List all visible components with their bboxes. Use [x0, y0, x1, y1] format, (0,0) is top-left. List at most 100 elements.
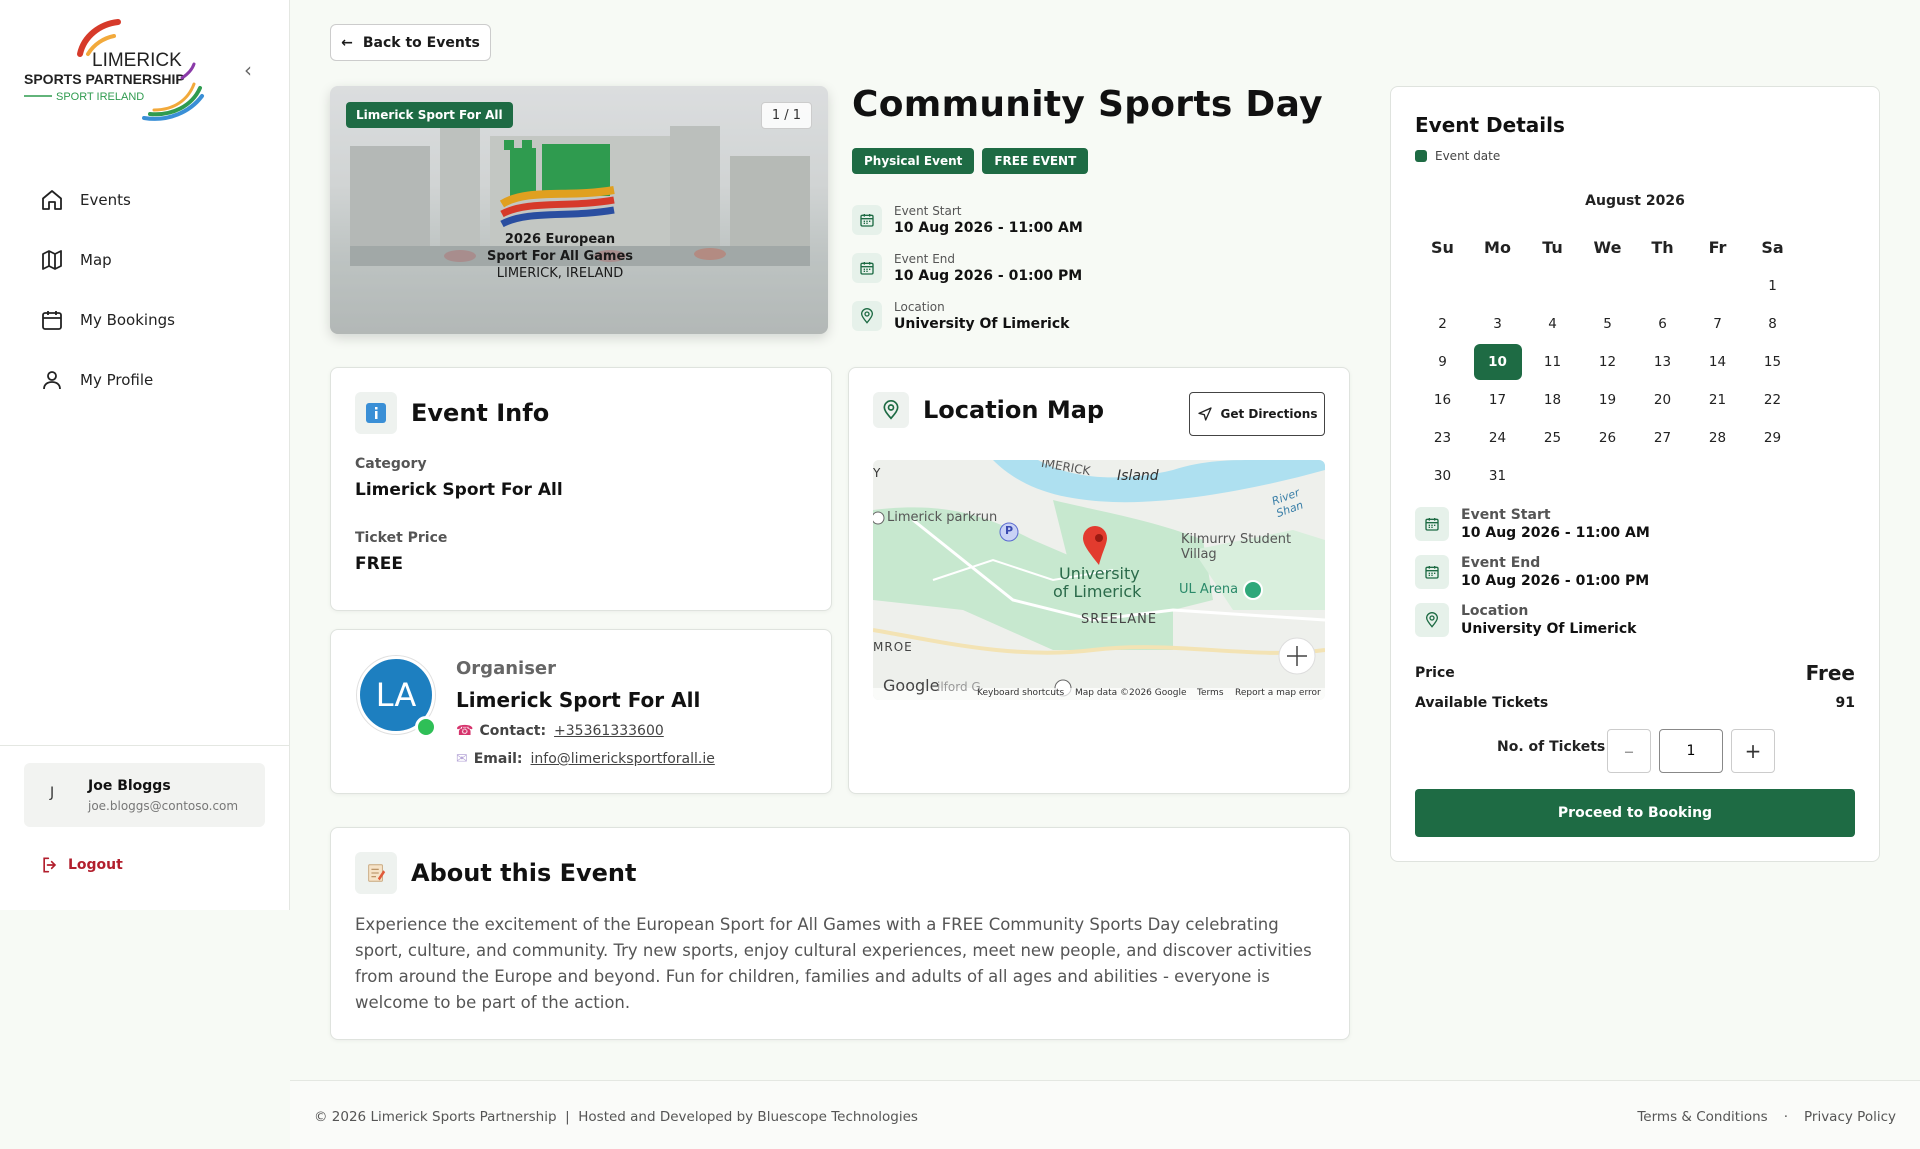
embedded-map[interactable]: IMERICK Island River Shan Y Limerick par… — [873, 460, 1325, 700]
footer-copyright: © 2026 Limerick Sports Partnership | Hos… — [314, 1109, 918, 1125]
calendar-day[interactable]: 21 — [1690, 382, 1745, 418]
map-label-kilmurry: Kilmurry Student Villag — [1181, 532, 1292, 562]
calendar-day[interactable]: 16 — [1415, 382, 1470, 418]
sidebar-item-my-bookings[interactable]: My Bookings — [0, 290, 290, 350]
ticket-quantity-input[interactable] — [1659, 729, 1723, 773]
organiser-email: ✉ Email: info@limericksportforall.ie — [456, 751, 715, 767]
calendar-weekday-row: Su Mo Tu We Th Fr Sa — [1415, 229, 1855, 267]
sidebar: LIMERICK SPORTS PARTNERSHIP SPORT IRELAN… — [0, 0, 290, 910]
calendar-icon — [42, 311, 62, 330]
event-start-label: Event Start — [894, 204, 962, 218]
proceed-to-booking-button[interactable]: Proceed to Booking — [1415, 789, 1855, 837]
calendar-day[interactable]: 3 — [1470, 306, 1525, 342]
calendar-day[interactable]: 11 — [1525, 344, 1580, 380]
calendar-day[interactable]: 13 — [1635, 344, 1690, 380]
user-initial: J — [50, 785, 55, 801]
details-end-label: Event End — [1461, 555, 1541, 571]
calendar-day[interactable]: 12 — [1580, 344, 1635, 380]
event-details-panel: Event Details Event date August 2026 Su M… — [1390, 86, 1880, 862]
calendar-day[interactable]: 14 — [1690, 344, 1745, 380]
calendar-empty-cell — [1470, 268, 1525, 304]
calendar-day[interactable]: 5 — [1580, 306, 1635, 342]
calendar-day[interactable]: 24 — [1470, 420, 1525, 456]
calendar-day[interactable]: 15 — [1745, 344, 1800, 380]
phone-icon: ☎ — [456, 723, 474, 739]
calendar-day[interactable]: 1 — [1745, 268, 1800, 304]
calendar-empty-cell — [1580, 458, 1635, 494]
map-label-parkrun: Limerick parkrun — [887, 510, 998, 525]
ticket-quantity-label: No. of Tickets — [1497, 739, 1606, 755]
details-location-value: University Of Limerick — [1461, 621, 1637, 637]
available-tickets-label: Available Tickets — [1415, 695, 1549, 711]
calendar-day[interactable]: 8 — [1745, 306, 1800, 342]
terms-conditions-link[interactable]: Terms & Conditions — [1637, 1109, 1767, 1125]
calendar-day[interactable]: 28 — [1690, 420, 1745, 456]
home-icon — [42, 190, 62, 210]
calendar-day[interactable]: 9 — [1415, 344, 1470, 380]
email-icon: ✉ — [456, 751, 468, 767]
map-terms-link[interactable]: Terms — [1197, 688, 1224, 698]
contact-phone-link[interactable]: +35361333600 — [554, 723, 664, 739]
privacy-policy-link[interactable]: Privacy Policy — [1804, 1109, 1896, 1125]
organiser-card: LA Organiser Limerick Sport For All ☎ Co… — [330, 629, 832, 794]
calendar-day[interactable]: 30 — [1415, 458, 1470, 494]
map-label-p: P — [1005, 524, 1014, 537]
limerick-sports-partnership-logo[interactable]: LIMERICK SPORTS PARTNERSHIP SPORT IRELAN… — [22, 14, 212, 134]
legend-label: Event date — [1435, 149, 1501, 163]
event-title: Community Sports Day — [852, 84, 1323, 125]
online-status-dot — [415, 716, 437, 738]
sidebar-item-events[interactable]: Events — [0, 170, 290, 230]
calendar-day[interactable]: 19 — [1580, 382, 1635, 418]
organiser-label: Organiser — [456, 658, 556, 679]
price-label: Price — [1415, 665, 1455, 681]
calendar-day[interactable]: 29 — [1745, 420, 1800, 456]
arrow-left-icon: ← — [341, 34, 353, 51]
calendar-day[interactable]: 26 — [1580, 420, 1635, 456]
email-link[interactable]: info@limericksportforall.ie — [531, 751, 715, 767]
sidebar-item-map[interactable]: Map — [0, 230, 290, 290]
footer: © 2026 Limerick Sports Partnership | Hos… — [290, 1080, 1920, 1149]
calendar-day[interactable]: 23 — [1415, 420, 1470, 456]
event-image[interactable]: 2026 European Sport For All Games LIMERI… — [330, 86, 828, 334]
decrease-tickets-button[interactable]: – — [1607, 729, 1651, 773]
calendar-day[interactable]: 17 — [1470, 382, 1525, 418]
calendar-weekday: Sa — [1761, 238, 1784, 257]
calendar-day[interactable]: 7 — [1690, 306, 1745, 342]
organiser-name: Limerick Sport For All — [456, 688, 701, 712]
event-location-value: University Of Limerick — [894, 316, 1070, 332]
calendar-day[interactable]: 31 — [1470, 458, 1525, 494]
about-event-card: About this Event Experience the exciteme… — [330, 827, 1350, 1040]
calendar-empty-cell — [1690, 458, 1745, 494]
increase-tickets-button[interactable]: + — [1731, 729, 1775, 773]
calendar-icon — [1415, 555, 1449, 589]
calendar-day[interactable]: 25 — [1525, 420, 1580, 456]
back-to-events-button[interactable]: ← Back to Events — [330, 24, 491, 61]
map-label-of-limerick: of Limerick — [1053, 582, 1142, 601]
calendar-day[interactable]: 6 — [1635, 306, 1690, 342]
back-label: Back to Events — [362, 34, 480, 51]
calendar-day[interactable]: 27 — [1635, 420, 1690, 456]
price-value: Free — [1805, 661, 1855, 685]
calendar-empty-cell — [1580, 268, 1635, 304]
sidebar-item-my-profile[interactable]: My Profile — [0, 350, 290, 410]
map-label-university: University — [1059, 564, 1140, 583]
calendar-day[interactable]: 22 — [1745, 382, 1800, 418]
logout-button[interactable]: Logout — [40, 855, 123, 875]
map-keyboard-shortcuts[interactable]: Keyboard shortcuts — [977, 688, 1064, 698]
calendar-day[interactable]: 20 — [1635, 382, 1690, 418]
about-event-title: About this Event — [411, 859, 637, 887]
user-name: Joe Bloggs — [88, 778, 171, 794]
calendar-week-row: 23 24 25 26 27 28 29 — [1415, 419, 1855, 457]
hero-title-line3: LIMERICK, IRELAND — [496, 266, 624, 281]
calendar-day[interactable]: 18 — [1525, 382, 1580, 418]
map-report-error-link[interactable]: Report a map error — [1235, 688, 1321, 698]
calendar-day[interactable]: 4 — [1525, 306, 1580, 342]
calendar-day[interactable]: 2 — [1415, 306, 1470, 342]
event-end: Event End 10 Aug 2026 - 01:00 PM — [852, 252, 1182, 284]
get-directions-button[interactable]: Get Directions — [1189, 392, 1325, 436]
user-card[interactable]: J Joe Bloggs joe.bloggs@contoso.com — [24, 763, 265, 827]
calendar-day-selected[interactable]: 10 — [1473, 344, 1522, 380]
calendar-weekday: Tu — [1542, 238, 1563, 257]
contact-label: Contact: — [479, 723, 547, 739]
collapse-sidebar-chevron-icon[interactable]: ‹ — [236, 58, 260, 82]
